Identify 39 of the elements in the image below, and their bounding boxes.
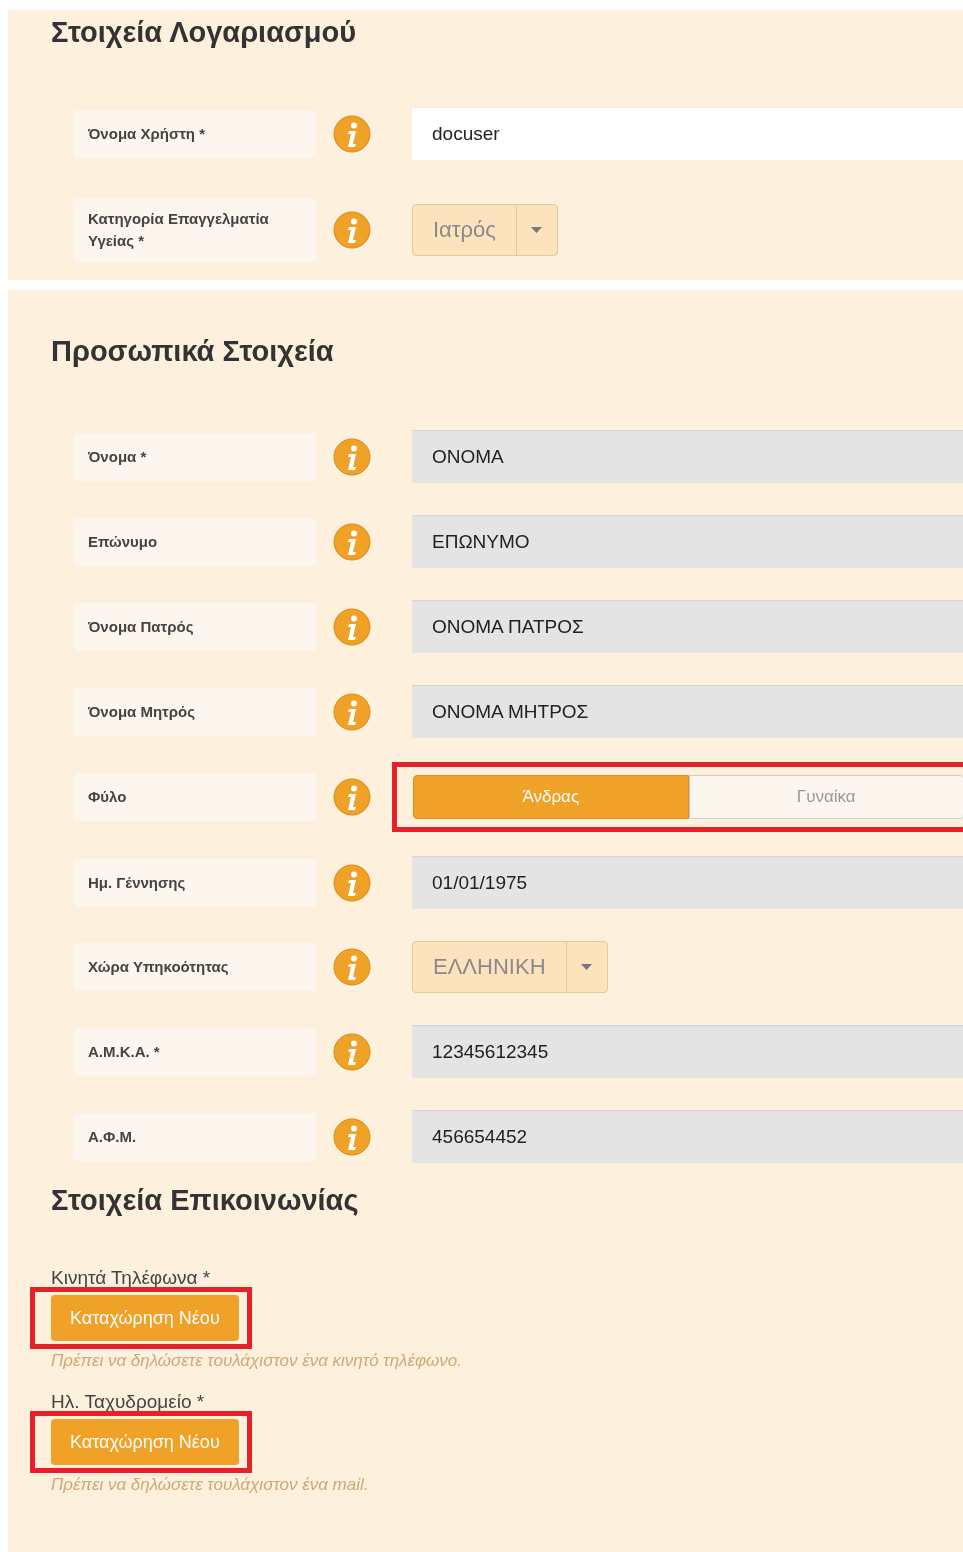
info-icon[interactable] [333, 1032, 371, 1071]
info-icon[interactable] [333, 778, 371, 816]
text-field[interactable]: 456654452 [412, 1110, 963, 1163]
text-field[interactable]: docuser [412, 107, 963, 160]
field-label: Ημ. Γέννησης [74, 858, 316, 907]
field-label: Κατηγορία Επαγγελματία Υγείας * [74, 198, 316, 262]
text-field[interactable]: 01/01/1975 [412, 856, 963, 909]
info-icon[interactable] [333, 607, 371, 646]
text-field[interactable]: ΕΠΩΝΥΜΟ [412, 515, 963, 568]
field-label: Κινητά Τηλέφωνα * [51, 1267, 212, 1289]
section-title: Στοιχεία Λογαριασμού [51, 15, 358, 49]
field-label: Όνομα Χρήστη * [74, 109, 316, 158]
text-field[interactable]: ΟΝΟΜΑ ΠΑΤΡΟΣ [412, 600, 963, 653]
caret-icon [581, 964, 592, 970]
info-icon[interactable] [333, 522, 371, 561]
caret-icon [531, 227, 543, 233]
text-field[interactable]: 12345612345 [412, 1025, 963, 1078]
field-label: Α.Φ.Μ. [74, 1112, 316, 1161]
field-label: Φύλο [74, 773, 316, 821]
field-label: Επώνυμο [74, 517, 316, 566]
info-icon[interactable] [333, 692, 371, 731]
field-label: Ηλ. Ταχυδρομείο * [51, 1391, 206, 1413]
field-label: Α.Μ.Κ.Α. * [74, 1027, 316, 1076]
info-icon[interactable] [333, 437, 371, 476]
field-label: Όνομα * [74, 432, 316, 481]
hint-text: Πρέπει να δηλώσετε τουλάχιστον ένα mail. [51, 1475, 370, 1495]
info-icon[interactable] [333, 863, 371, 902]
section-title: Στοιχεία Επικοινωνίας [51, 1183, 360, 1217]
hint-text: Πρέπει να δηλώσετε τουλάχιστον ένα κινητό τηλέφωνο. [51, 1351, 463, 1371]
section-title: Προσωπικά Στοιχεία [51, 334, 335, 368]
info-icon[interactable] [333, 1117, 371, 1156]
field-label: Όνομα Πατρός [74, 602, 316, 651]
info-icon[interactable] [333, 114, 371, 153]
text-field[interactable]: ΟΝΟΜΑ [412, 430, 963, 483]
info-icon[interactable] [333, 211, 371, 249]
text-field[interactable]: ΟΝΟΜΑ ΜΗΤΡΟΣ [412, 685, 963, 738]
field-label: Χώρα Υπηκοότητας [74, 943, 316, 991]
info-icon[interactable] [333, 948, 371, 986]
field-label: Όνομα Μητρός [74, 687, 316, 736]
